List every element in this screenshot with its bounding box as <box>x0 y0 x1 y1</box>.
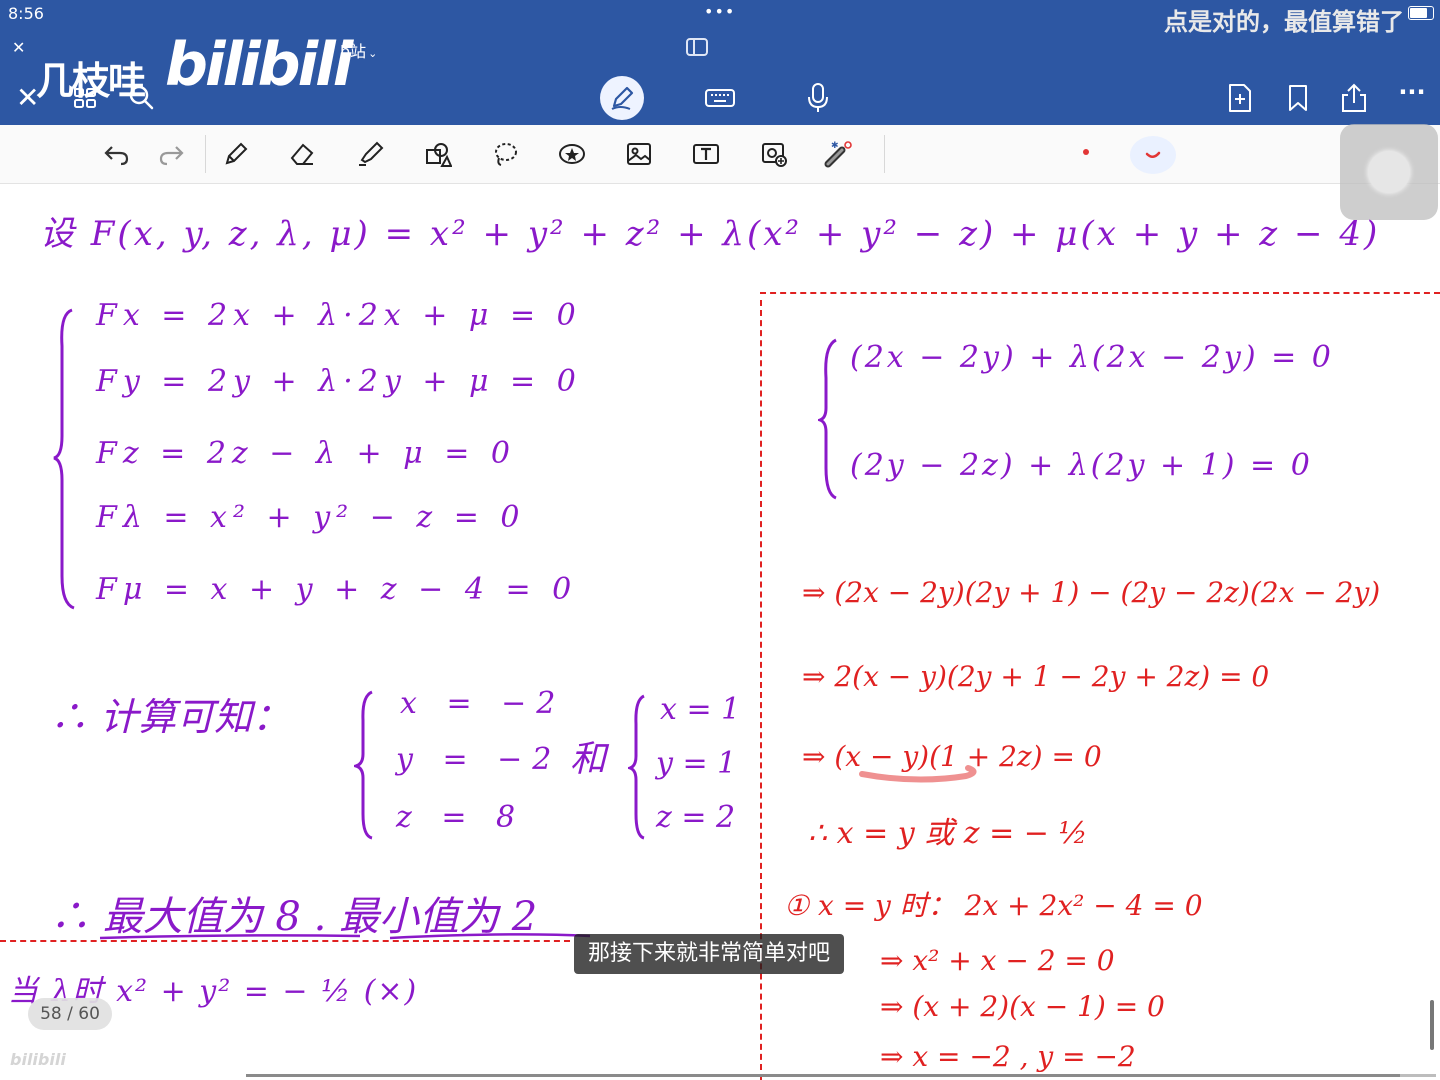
redo-icon <box>159 146 184 166</box>
highlighter-tool[interactable] <box>352 137 388 171</box>
grid-icon[interactable] <box>74 88 96 108</box>
share-button[interactable] <box>1332 76 1376 120</box>
microphone-icon <box>808 83 828 112</box>
sticker-tool[interactable] <box>554 137 590 171</box>
right-eq-2: (2y − 2z) + λ(2y + 1) = 0 <box>850 448 1313 483</box>
right-step-1: ⇒ (2x − 2y)(2y + 1) − (2y − 2z)(2x − 2y) <box>802 576 1381 609</box>
eraser-icon <box>290 143 314 165</box>
video-subtitle: 那接下来就非常简单对吧 <box>574 934 845 974</box>
camera-icon <box>762 143 787 167</box>
sidebar-icon[interactable] <box>686 38 708 56</box>
search-icon[interactable] <box>128 84 154 110</box>
top-right-divider <box>760 292 1440 294</box>
page-counter: 58 / 60 <box>28 998 112 1030</box>
top-bar: 8:56 ••• 点是对的，最值算错了 ✕ ✕ 几枝哇 bilibili b站 ⌄ <box>0 0 1440 125</box>
status-time: 8:56 <box>8 4 44 23</box>
undo-button[interactable] <box>98 137 134 171</box>
right-therefore: ∴ x = y 或 z = − ½ <box>808 816 1088 851</box>
video-overlay-text: 点是对的，最值算错了 <box>1164 8 1404 36</box>
video-progress-fill <box>246 1074 1401 1077</box>
chevron-down-icon: ⌄ <box>368 47 378 60</box>
current-color-swatch[interactable] <box>1083 149 1089 155</box>
mini-pen-preview[interactable] <box>1130 136 1176 174</box>
system-eq-4: Fλ = x² + y² − z = 0 <box>96 500 526 535</box>
multitask-dots[interactable]: ••• <box>704 2 735 21</box>
keyboard-button[interactable] <box>698 76 742 120</box>
lagrange-function: 设 F(x, y, z, λ, μ) = x² + y² + z² + λ(x²… <box>40 214 1381 254</box>
text-tool[interactable] <box>688 137 724 171</box>
add-page-icon <box>1229 84 1251 112</box>
scrollbar-thumb[interactable] <box>1430 1000 1434 1050</box>
more-icon[interactable]: ··· <box>1390 70 1434 114</box>
system-eq-3: Fz = 2z − λ + μ = 0 <box>96 436 516 471</box>
drawing-toolbar: ✱ <box>0 125 1440 184</box>
pen-mode-icon <box>611 86 634 110</box>
bilibili-watermark: bilibili <box>10 1050 66 1069</box>
bilibili-logo: bilibili <box>165 30 353 100</box>
pen-tool[interactable] <box>218 137 254 171</box>
case1-step-1: ⇒ x² + x − 2 = 0 <box>880 944 1115 977</box>
solution1-x: x = −2 <box>400 686 566 721</box>
calc-label: ∴ 计算可知： <box>50 695 291 739</box>
toolbar-divider <box>205 135 206 173</box>
right-step-2: ⇒ 2(x − y)(2y + 1 − 2y + 2z) = 0 <box>802 660 1270 693</box>
and-label: 和 <box>570 739 607 780</box>
solution2-brace <box>628 694 645 840</box>
shapes-icon <box>426 143 452 167</box>
microphone-button[interactable] <box>796 76 840 120</box>
solution2-x: x = 1 <box>660 692 741 727</box>
highlight-scribble <box>859 765 977 783</box>
red-pen-stroke-icon <box>1145 151 1161 158</box>
pen-icon <box>225 142 248 165</box>
highlighter-icon <box>359 141 384 166</box>
bookmark-icon <box>1289 85 1307 111</box>
close-small-icon[interactable]: ✕ <box>12 38 25 57</box>
case1-step-3: ⇒ x = −2 , y = −2 <box>880 1040 1136 1073</box>
undo-icon <box>104 146 129 166</box>
solution1-brace <box>354 690 373 840</box>
bookmark-button[interactable] <box>1276 76 1320 120</box>
sticker-icon <box>559 144 585 164</box>
bluetooth-pencil-icon: ✱ <box>824 141 852 168</box>
pen-mode-button[interactable] <box>600 76 644 120</box>
notebook-selector[interactable]: b站 ⌄ <box>340 38 377 62</box>
solution1-z: z = 8 <box>396 800 526 835</box>
lasso-tool[interactable] <box>487 137 523 171</box>
case1-title: ① x = y 时： 2x + 2x² − 4 = 0 <box>784 889 1203 922</box>
system-eq-1: Fx = 2x + λ·2x + μ = 0 <box>96 298 582 333</box>
keyboard-icon <box>705 89 735 107</box>
lasso-icon <box>495 143 517 166</box>
solution2-z: z = 2 <box>656 800 736 835</box>
solution2-y: y = 1 <box>656 746 737 781</box>
text-icon <box>693 144 719 164</box>
svg-text:✱: ✱ <box>831 141 839 151</box>
section-divider <box>0 940 570 942</box>
image-icon <box>627 143 651 165</box>
notebook-name: b站 <box>340 42 367 61</box>
eraser-tool[interactable] <box>284 137 320 171</box>
share-icon <box>1342 83 1366 112</box>
bluetooth-pencil-tool[interactable]: ✱ <box>820 137 856 171</box>
right-system-brace <box>818 338 837 500</box>
add-page-button[interactable] <box>1218 76 1262 120</box>
right-eq-1: (2x − 2y) + λ(2x − 2y) = 0 <box>850 340 1334 375</box>
shapes-tool[interactable] <box>420 137 456 171</box>
case1-step-2: ⇒ (x + 2)(x − 1) = 0 <box>880 990 1165 1023</box>
camera-tool[interactable] <box>756 137 792 171</box>
redo-button[interactable] <box>154 137 190 171</box>
solution1-y: y = −2 <box>396 742 562 777</box>
battery-icon <box>1408 6 1434 20</box>
conclusion-underline <box>99 933 591 940</box>
system-eq-5: Fμ = x + y + z − 4 = 0 <box>96 572 578 607</box>
system-eq-2: Fy = 2y + λ·2y + μ = 0 <box>96 364 582 399</box>
image-tool[interactable] <box>621 137 657 171</box>
toolbar-divider <box>884 135 885 173</box>
system-brace <box>53 308 75 610</box>
